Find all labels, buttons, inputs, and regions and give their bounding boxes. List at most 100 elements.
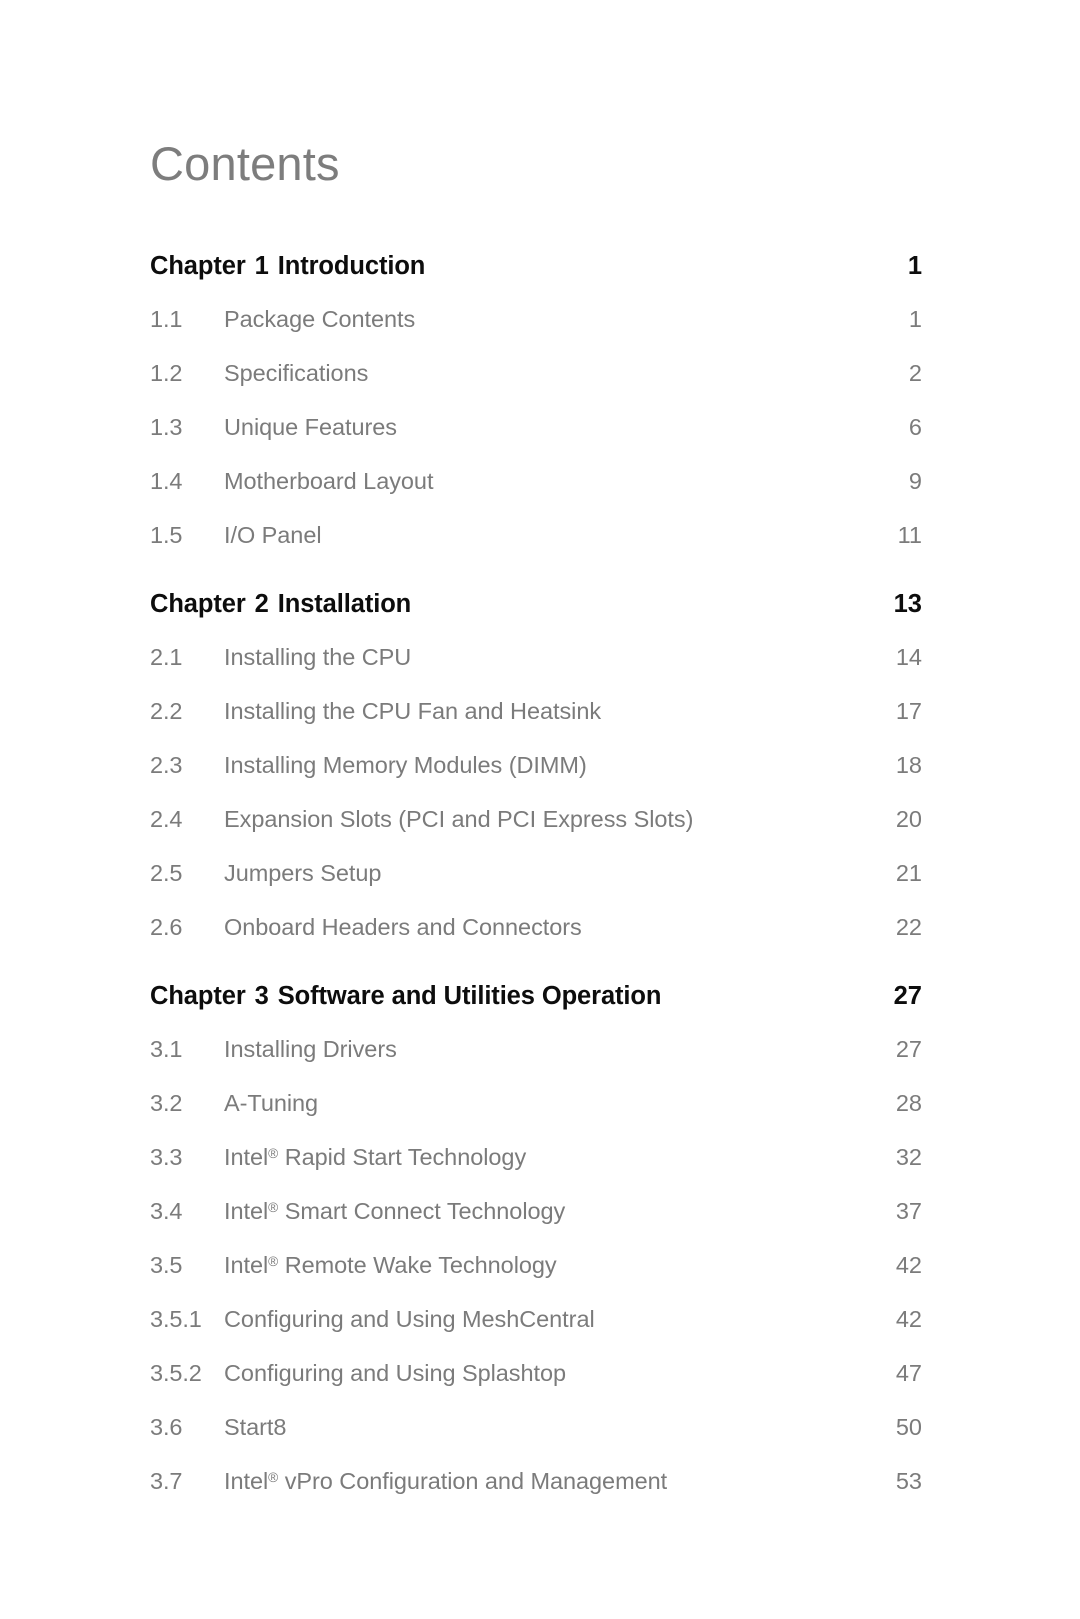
toc-section-row[interactable]: 3.5.1 Configuring and Using MeshCentral 42 bbox=[150, 1306, 922, 1360]
section-number: 3.7 bbox=[150, 1468, 183, 1494]
section-title: Package Contents bbox=[224, 306, 416, 332]
section-page-number: 47 bbox=[895, 1360, 922, 1386]
section-number: 3.5 bbox=[150, 1252, 183, 1278]
section-page-number: 11 bbox=[897, 522, 922, 548]
section-number: 3.1 bbox=[150, 1036, 183, 1062]
section-number: 1.1 bbox=[150, 306, 183, 332]
toc-section-row[interactable]: 3.5.2 Configuring and Using Splashtop 47 bbox=[150, 1360, 922, 1414]
registered-trademark-icon: ® bbox=[268, 1145, 279, 1161]
section-page-number: 50 bbox=[895, 1414, 922, 1440]
toc-section-row[interactable]: 2.1 Installing the CPU 14 bbox=[150, 644, 922, 698]
section-title: Installing the CPU bbox=[224, 644, 412, 670]
section-page-number: 9 bbox=[908, 468, 922, 494]
section-number: 1.5 bbox=[150, 522, 183, 548]
chapter-title: Installation bbox=[277, 590, 412, 618]
section-page-number: 2 bbox=[908, 360, 922, 386]
section-number: 1.3 bbox=[150, 414, 183, 440]
section-number: 2.2 bbox=[150, 698, 183, 724]
toc-section-row[interactable]: 3.6 Start8 50 bbox=[150, 1414, 922, 1468]
toc-section-row[interactable]: 1.4 Motherboard Layout 9 bbox=[150, 468, 922, 522]
chapter-heading-label: Chapter 3 Software and Utilities Operation bbox=[150, 982, 662, 1010]
section-title: Start8 bbox=[224, 1414, 287, 1440]
toc-section-row[interactable]: 2.6 Onboard Headers and Connectors 22 bbox=[150, 914, 922, 968]
toc-section-row[interactable]: 3.7 Intel® vPro Configuration and Managem… bbox=[150, 1468, 922, 1522]
section-number: 1.4 bbox=[150, 468, 183, 494]
section-page-number: 37 bbox=[895, 1198, 922, 1224]
section-page-number: 6 bbox=[908, 414, 922, 440]
toc-section-row[interactable]: 3.5 Intel® Remote Wake Technology 42 bbox=[150, 1252, 922, 1306]
section-page-number: 42 bbox=[895, 1252, 922, 1278]
section-title: Expansion Slots (PCI and PCI Express Slo… bbox=[224, 806, 694, 832]
section-number: 2.5 bbox=[150, 860, 183, 886]
section-number: 3.3 bbox=[150, 1144, 183, 1170]
section-title-prefix: Intel bbox=[224, 1468, 269, 1494]
document-page: Contents Chapter 1 Introduction 1 1.1 Package… bbox=[0, 0, 1080, 1619]
section-title: Installing Memory Modules (DIMM) bbox=[224, 752, 587, 778]
registered-trademark-icon: ® bbox=[268, 1469, 279, 1485]
section-title-prefix: Intel bbox=[224, 1198, 269, 1224]
page-title: Contents bbox=[150, 137, 340, 190]
section-title: Intel® Smart Connect Technology bbox=[224, 1198, 565, 1225]
section-title: Configuring and Using MeshCentral bbox=[224, 1306, 595, 1332]
section-number: 3.2 bbox=[150, 1090, 183, 1116]
section-title: Intel® vPro Configuration and Management bbox=[224, 1468, 667, 1495]
toc-section-row[interactable]: 1.3 Unique Features 6 bbox=[150, 414, 922, 468]
toc-chapter-row[interactable]: Chapter 3 Software and Utilities Operation… bbox=[150, 982, 922, 1036]
section-title-suffix: Rapid Start Technology bbox=[278, 1144, 527, 1170]
chapter-title: Introduction bbox=[277, 252, 426, 280]
section-title: Onboard Headers and Connectors bbox=[224, 914, 582, 940]
section-number: 3.5.2 bbox=[150, 1360, 202, 1386]
chapter-number: 1 bbox=[254, 252, 269, 280]
section-title-prefix: Intel bbox=[224, 1252, 269, 1278]
registered-trademark-icon: ® bbox=[268, 1199, 279, 1215]
section-title: Jumpers Setup bbox=[224, 860, 382, 886]
section-title-suffix: vPro Configuration and Management bbox=[278, 1468, 668, 1494]
section-number: 2.3 bbox=[150, 752, 183, 778]
toc-chapter-row[interactable]: Chapter 1 Introduction 1 bbox=[150, 252, 922, 306]
table-of-contents-list: Chapter 1 Introduction 1 1.1 Package Contents… bbox=[150, 252, 922, 1522]
section-page-number: 1 bbox=[908, 306, 922, 332]
chapter-heading-label: Chapter 2 Installation bbox=[150, 590, 412, 618]
toc-section-row[interactable]: 3.2 A-Tuning 28 bbox=[150, 1090, 922, 1144]
toc-section-row[interactable]: 2.5 Jumpers Setup 21 bbox=[150, 860, 922, 914]
section-number: 3.5.1 bbox=[150, 1306, 202, 1332]
toc-section-row[interactable]: 2.4 Expansion Slots (PCI and PCI Express … bbox=[150, 806, 922, 860]
section-number: 2.6 bbox=[150, 914, 183, 940]
toc-section-row[interactable]: 2.3 Installing Memory Modules (DIMM) 18 bbox=[150, 752, 922, 806]
section-title: Configuring and Using Splashtop bbox=[224, 1360, 567, 1386]
section-title: Installing Drivers bbox=[224, 1036, 397, 1062]
section-page-number: 53 bbox=[895, 1468, 922, 1494]
chapter-page-number: 1 bbox=[907, 252, 922, 280]
section-title: Unique Features bbox=[224, 414, 397, 440]
chapter-heading-label: Chapter 1 Introduction bbox=[150, 252, 426, 280]
toc-section-row[interactable]: 3.3 Intel® Rapid Start Technology 32 bbox=[150, 1144, 922, 1198]
toc-section-row[interactable]: 1.5 I/O Panel 11 bbox=[150, 522, 922, 576]
toc-section-row[interactable]: 3.1 Installing Drivers 27 bbox=[150, 1036, 922, 1090]
section-page-number: 32 bbox=[895, 1144, 922, 1170]
section-page-number: 27 bbox=[895, 1036, 922, 1062]
chapter-number: 2 bbox=[254, 590, 269, 618]
section-title-prefix: Intel bbox=[224, 1144, 269, 1170]
section-number: 2.1 bbox=[150, 644, 183, 670]
section-number: 2.4 bbox=[150, 806, 183, 832]
section-title: A-Tuning bbox=[224, 1090, 319, 1116]
section-title: I/O Panel bbox=[224, 522, 322, 548]
section-page-number: 42 bbox=[895, 1306, 922, 1332]
section-page-number: 28 bbox=[895, 1090, 922, 1116]
section-number: 3.4 bbox=[150, 1198, 183, 1224]
toc-section-row[interactable]: 1.1 Package Contents 1 bbox=[150, 306, 922, 360]
toc-section-row[interactable]: 3.4 Intel® Smart Connect Technology 37 bbox=[150, 1198, 922, 1252]
toc-section-row[interactable]: 1.2 Specifications 2 bbox=[150, 360, 922, 414]
section-page-number: 21 bbox=[895, 860, 922, 886]
section-page-number: 18 bbox=[895, 752, 922, 778]
section-title-suffix: Smart Connect Technology bbox=[278, 1198, 566, 1224]
chapter-page-number: 27 bbox=[893, 982, 922, 1010]
section-page-number: 22 bbox=[895, 914, 922, 940]
toc-section-row[interactable]: 2.2 Installing the CPU Fan and Heatsink 17 bbox=[150, 698, 922, 752]
toc-chapter-row[interactable]: Chapter 2 Installation 13 bbox=[150, 590, 922, 644]
section-title: Installing the CPU Fan and Heatsink bbox=[224, 698, 602, 724]
chapter-page-number: 13 bbox=[893, 590, 922, 618]
registered-trademark-icon: ® bbox=[268, 1253, 279, 1269]
section-page-number: 14 bbox=[895, 644, 922, 670]
section-title-suffix: Remote Wake Technology bbox=[278, 1252, 557, 1278]
